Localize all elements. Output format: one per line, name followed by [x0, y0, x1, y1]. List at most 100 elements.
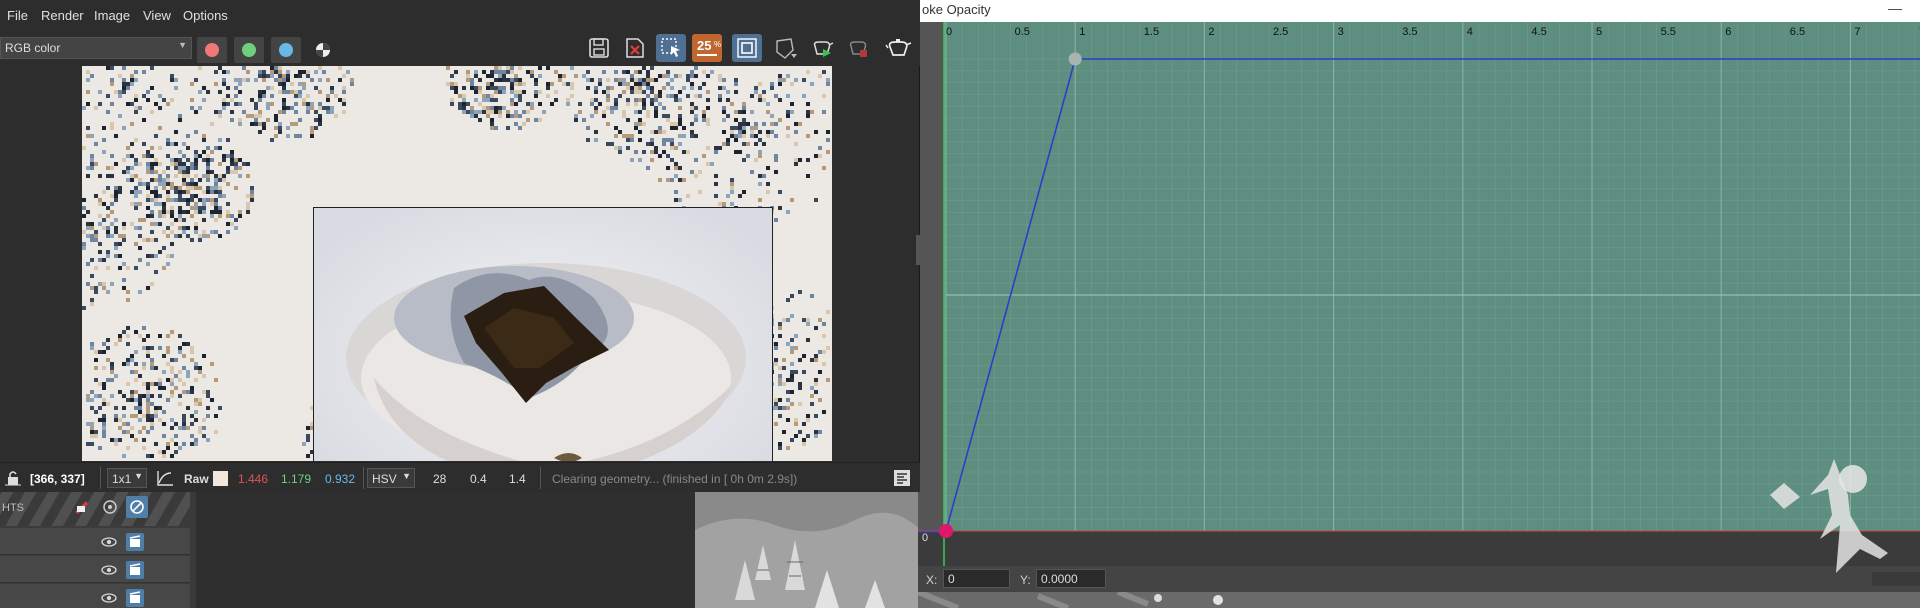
noise-pixel [690, 134, 694, 138]
red-value: 1.446 [238, 472, 269, 486]
render-frame[interactable] [82, 66, 832, 461]
noise-pixel [282, 82, 286, 86]
noise-pixel [534, 94, 538, 98]
noise-pixel [234, 186, 238, 190]
lock-icon[interactable] [4, 469, 22, 490]
noise-pixel [146, 418, 150, 422]
render-toggle-icon[interactable] [126, 561, 144, 579]
noise-pixel [658, 126, 662, 130]
outliner-row[interactable] [0, 528, 190, 555]
colorspace-dropdown[interactable]: HSV ▼ [367, 468, 415, 488]
noise-pixel [806, 318, 810, 322]
render-teapot-button[interactable] [882, 34, 912, 62]
noise-pixel [594, 98, 598, 102]
region-select-icon [661, 38, 680, 57]
noise-pixel [254, 122, 258, 126]
noise-pixel [570, 66, 574, 70]
keyframe[interactable] [1068, 52, 1082, 66]
noise-pixel [670, 86, 674, 90]
samples-underline [697, 54, 717, 56]
noise-pixel [806, 134, 810, 138]
shader-ball-button[interactable] [770, 34, 800, 62]
eye-icon[interactable] [100, 533, 118, 551]
samples-badge: 25 [697, 38, 712, 53]
outliner-row[interactable] [0, 584, 190, 608]
noise-pixel [198, 366, 202, 370]
render-toggle-icon[interactable] [126, 589, 144, 607]
green-channel-button[interactable] [234, 37, 264, 63]
save-image-button[interactable] [584, 34, 614, 62]
noise-pixel [678, 178, 682, 182]
noise-pixel [570, 86, 574, 90]
menu-image[interactable]: Image [94, 8, 130, 23]
noise-pixel [606, 106, 610, 110]
clear-image-button[interactable] [620, 34, 650, 62]
target-icon[interactable] [102, 499, 118, 518]
noise-pixel [730, 178, 734, 182]
noise-pixel [294, 90, 298, 94]
noise-pixel [110, 154, 114, 158]
noise-pixel [726, 98, 730, 102]
noise-pixel [530, 106, 534, 110]
noise-pixel [298, 82, 302, 86]
render-stop-button[interactable] [842, 34, 872, 62]
samples-button[interactable]: 25 % [692, 34, 722, 62]
noise-pixel [654, 106, 658, 110]
noise-pixel [174, 130, 178, 134]
log-icon[interactable] [894, 470, 910, 486]
splitter-handle[interactable] [916, 235, 920, 265]
light-icon[interactable] [72, 498, 90, 516]
noise-pixel [178, 446, 182, 450]
noise-pixel [230, 150, 234, 154]
noise-pixel [118, 90, 122, 94]
noise-pixel [146, 286, 150, 290]
noise-pixel [118, 426, 122, 430]
outliner-row[interactable] [0, 556, 190, 583]
disable-icon[interactable] [126, 496, 148, 518]
noise-pixel [646, 70, 650, 74]
keyframe-selected[interactable] [939, 524, 953, 538]
noise-pixel [666, 114, 670, 118]
noise-pixel [226, 94, 230, 98]
minimize-icon[interactable]: — [1888, 0, 1902, 16]
noise-pixel [194, 174, 198, 178]
menu-options[interactable]: Options [183, 8, 228, 23]
noise-pixel [306, 94, 310, 98]
noise-pixel [90, 226, 94, 230]
shader-ball-icon [776, 38, 797, 59]
noise-pixel [86, 90, 90, 94]
noise-pixel [514, 74, 518, 78]
key-x-field[interactable]: 0 [943, 569, 1010, 588]
eye-icon[interactable] [100, 561, 118, 579]
region-select-button[interactable] [656, 34, 686, 62]
menu-view[interactable]: View [143, 8, 171, 23]
alpha-channel-button[interactable] [308, 37, 338, 63]
render-toggle-icon[interactable] [126, 533, 144, 551]
noise-pixel [134, 242, 138, 246]
render-region[interactable] [313, 207, 773, 461]
menu-render[interactable]: Render [41, 8, 84, 23]
noise-pixel [142, 154, 146, 158]
render-start-button[interactable] [806, 34, 836, 62]
curve-icon[interactable] [155, 469, 175, 490]
noise-pixel [130, 142, 134, 146]
key-y-field[interactable]: 0.0000 [1036, 569, 1106, 588]
noise-pixel [650, 86, 654, 90]
render-region-button[interactable] [732, 34, 762, 62]
red-channel-button[interactable] [197, 37, 227, 63]
noise-pixel [694, 118, 698, 122]
chevron-down-icon: ▼ [178, 40, 187, 50]
noise-pixel [666, 154, 670, 158]
eye-icon[interactable] [100, 589, 118, 607]
noise-pixel [234, 86, 238, 90]
noise-pixel [794, 158, 798, 162]
noise-pixel [582, 118, 586, 122]
noise-pixel [462, 102, 466, 106]
noise-pixel [142, 438, 146, 442]
noise-pixel [674, 162, 678, 166]
zoom-dropdown[interactable]: 1x1 ▼ [107, 468, 147, 488]
noise-pixel [486, 94, 490, 98]
menu-file[interactable]: File [7, 8, 28, 23]
blue-channel-button[interactable] [271, 37, 301, 63]
channel-dropdown[interactable]: RGB color ▼ [0, 37, 192, 59]
